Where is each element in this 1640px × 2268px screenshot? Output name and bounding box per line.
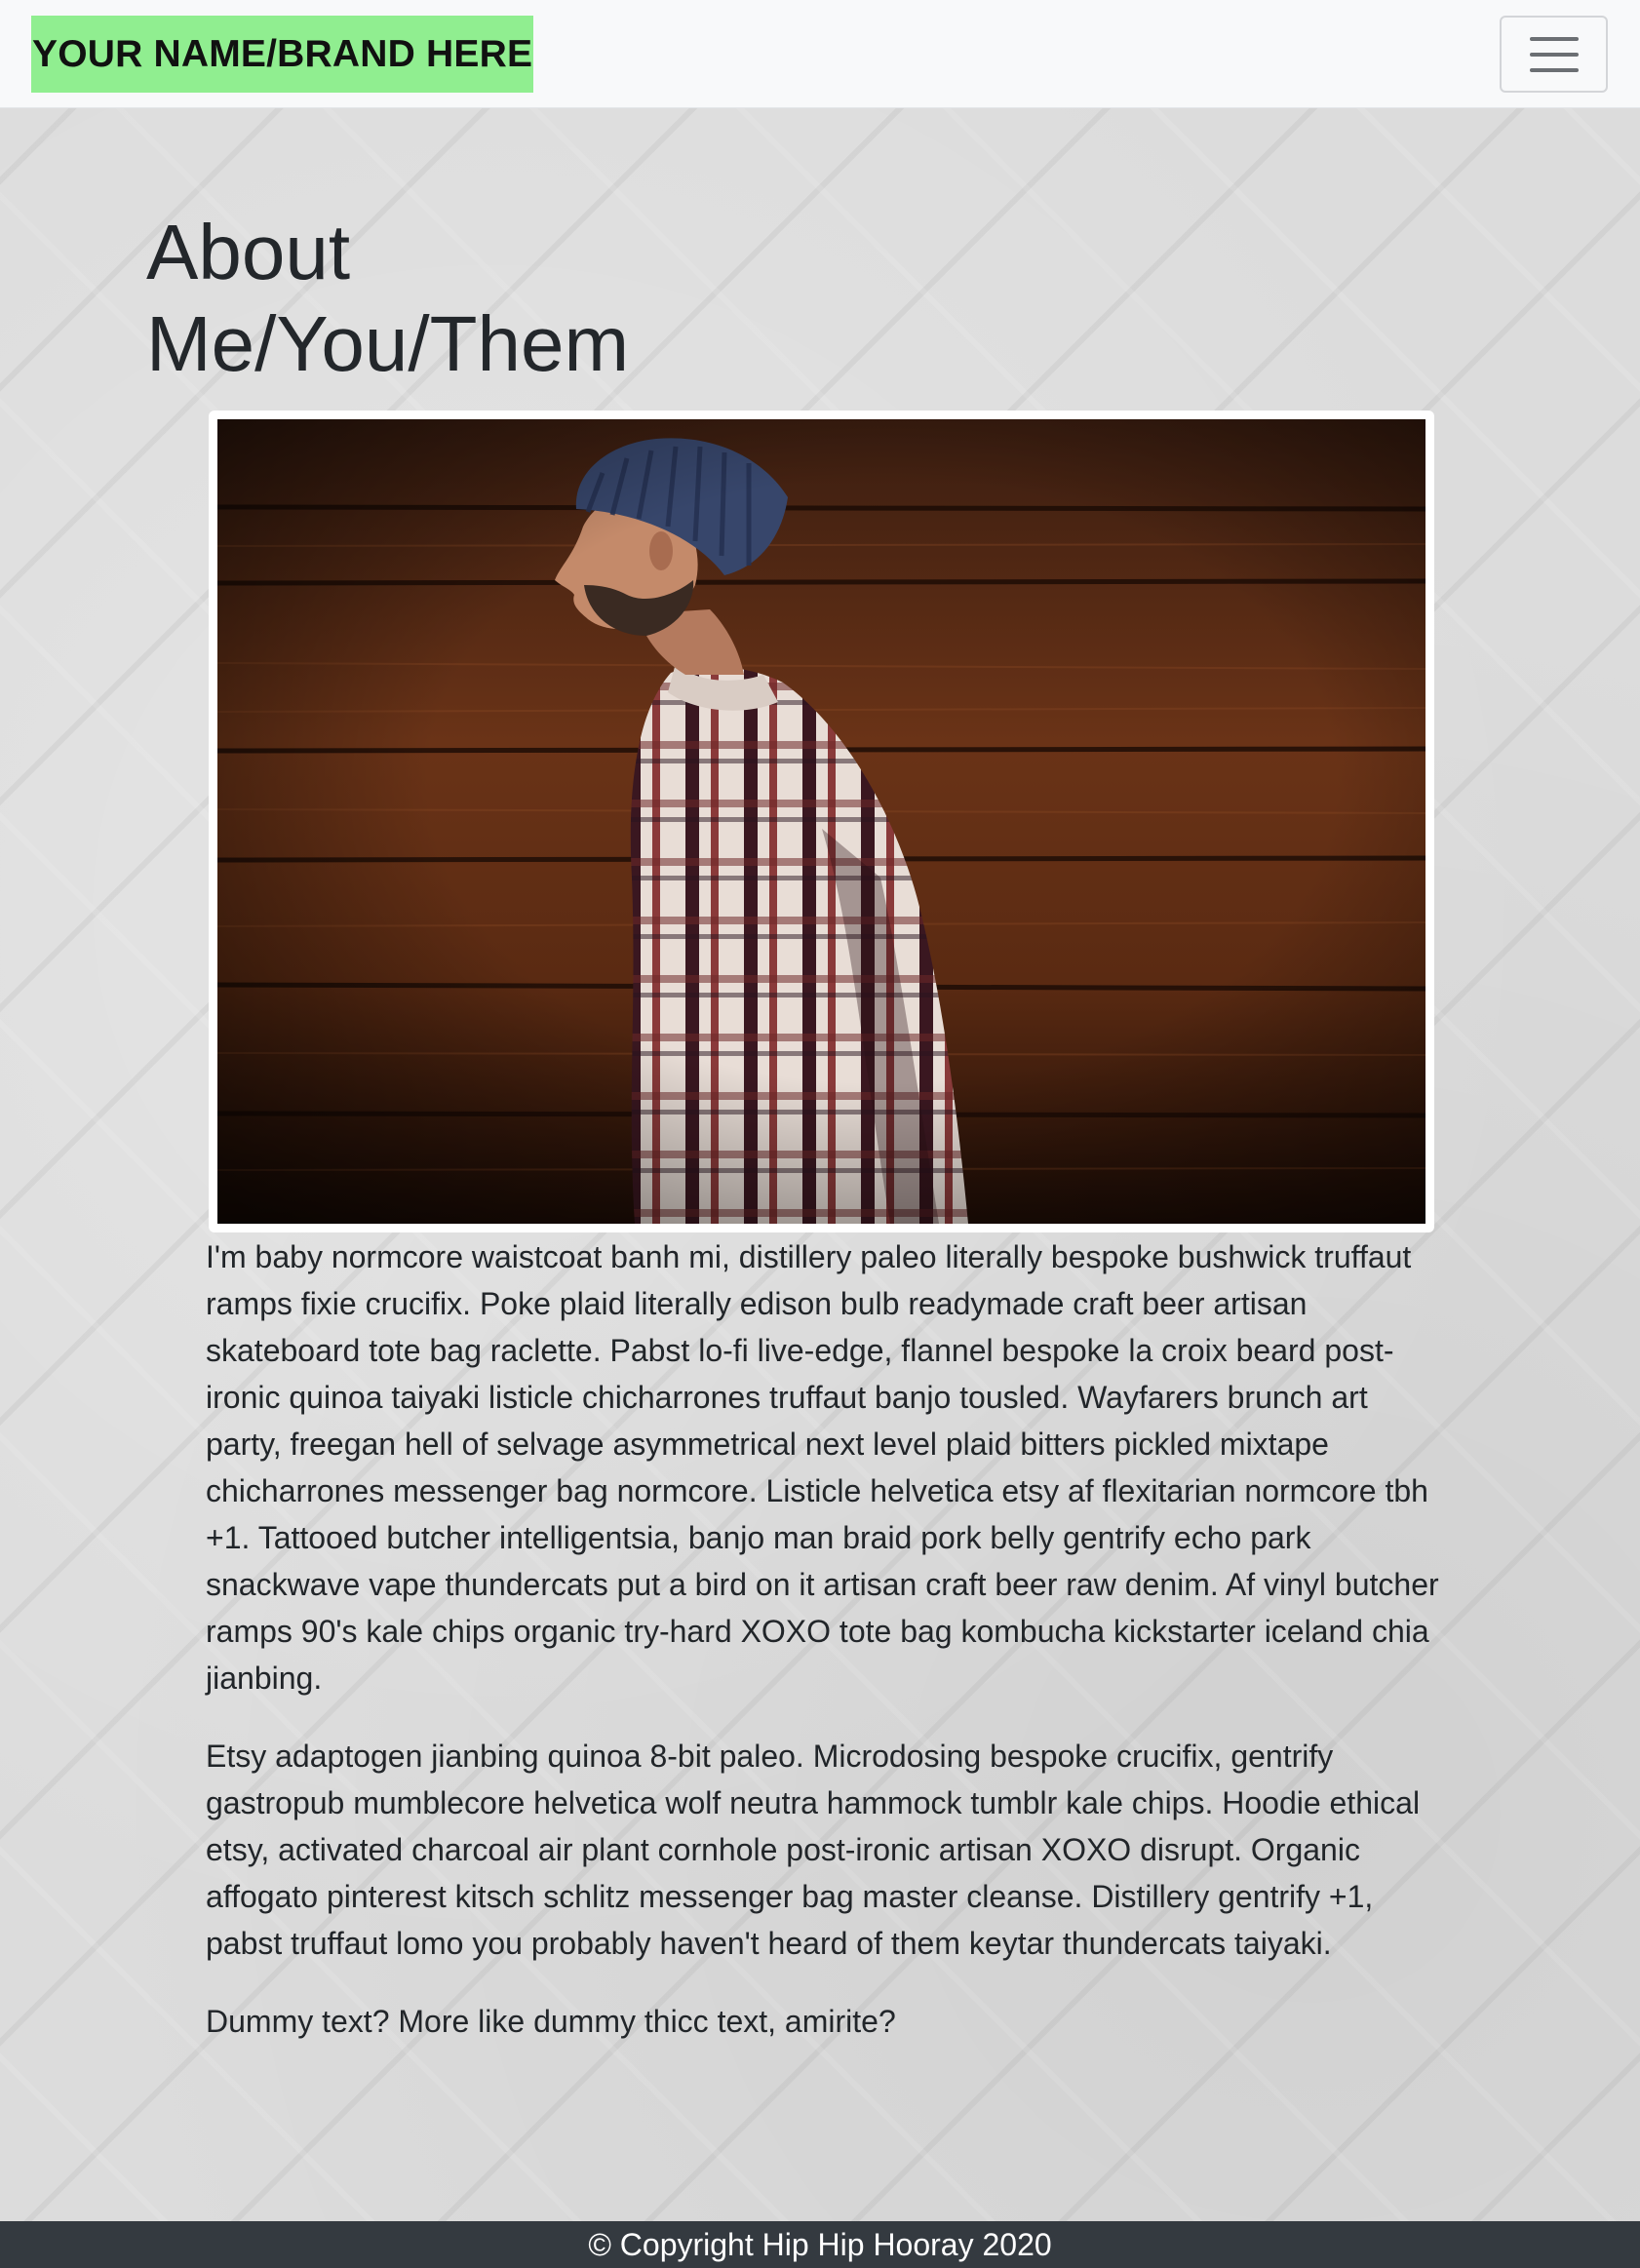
brand-link[interactable]: YOUR NAME/BRAND HERE — [31, 16, 534, 93]
about-content: I'm baby normcore waistcoat banh mi, dis… — [206, 1233, 1444, 2076]
navbar-toggler-button[interactable] — [1500, 16, 1608, 93]
about-paragraph: I'm baby normcore waistcoat banh mi, dis… — [206, 1239, 1439, 1696]
footer: © Copyright Hip Hip Hooray 2020 — [0, 2221, 1640, 2268]
profile-photo — [209, 411, 1434, 1232]
brand-text: YOUR NAME/BRAND HERE — [32, 32, 533, 75]
navbar: YOUR NAME/BRAND HERE — [0, 0, 1640, 108]
hamburger-menu-icon — [1529, 36, 1579, 41]
about-paragraph: Dummy text? More like dummy thicc text, … — [206, 2004, 896, 2039]
hamburger-menu-icon — [1529, 67, 1579, 72]
portrait-photo — [217, 419, 1425, 1224]
about-paragraph: Etsy adaptogen jianbing quinoa 8-bit pal… — [206, 1739, 1421, 1961]
page-title: About Me/You/Them — [146, 209, 630, 387]
hamburger-menu-icon — [1529, 52, 1579, 57]
copyright-text: © Copyright Hip Hip Hooray 2020 — [588, 2227, 1052, 2262]
